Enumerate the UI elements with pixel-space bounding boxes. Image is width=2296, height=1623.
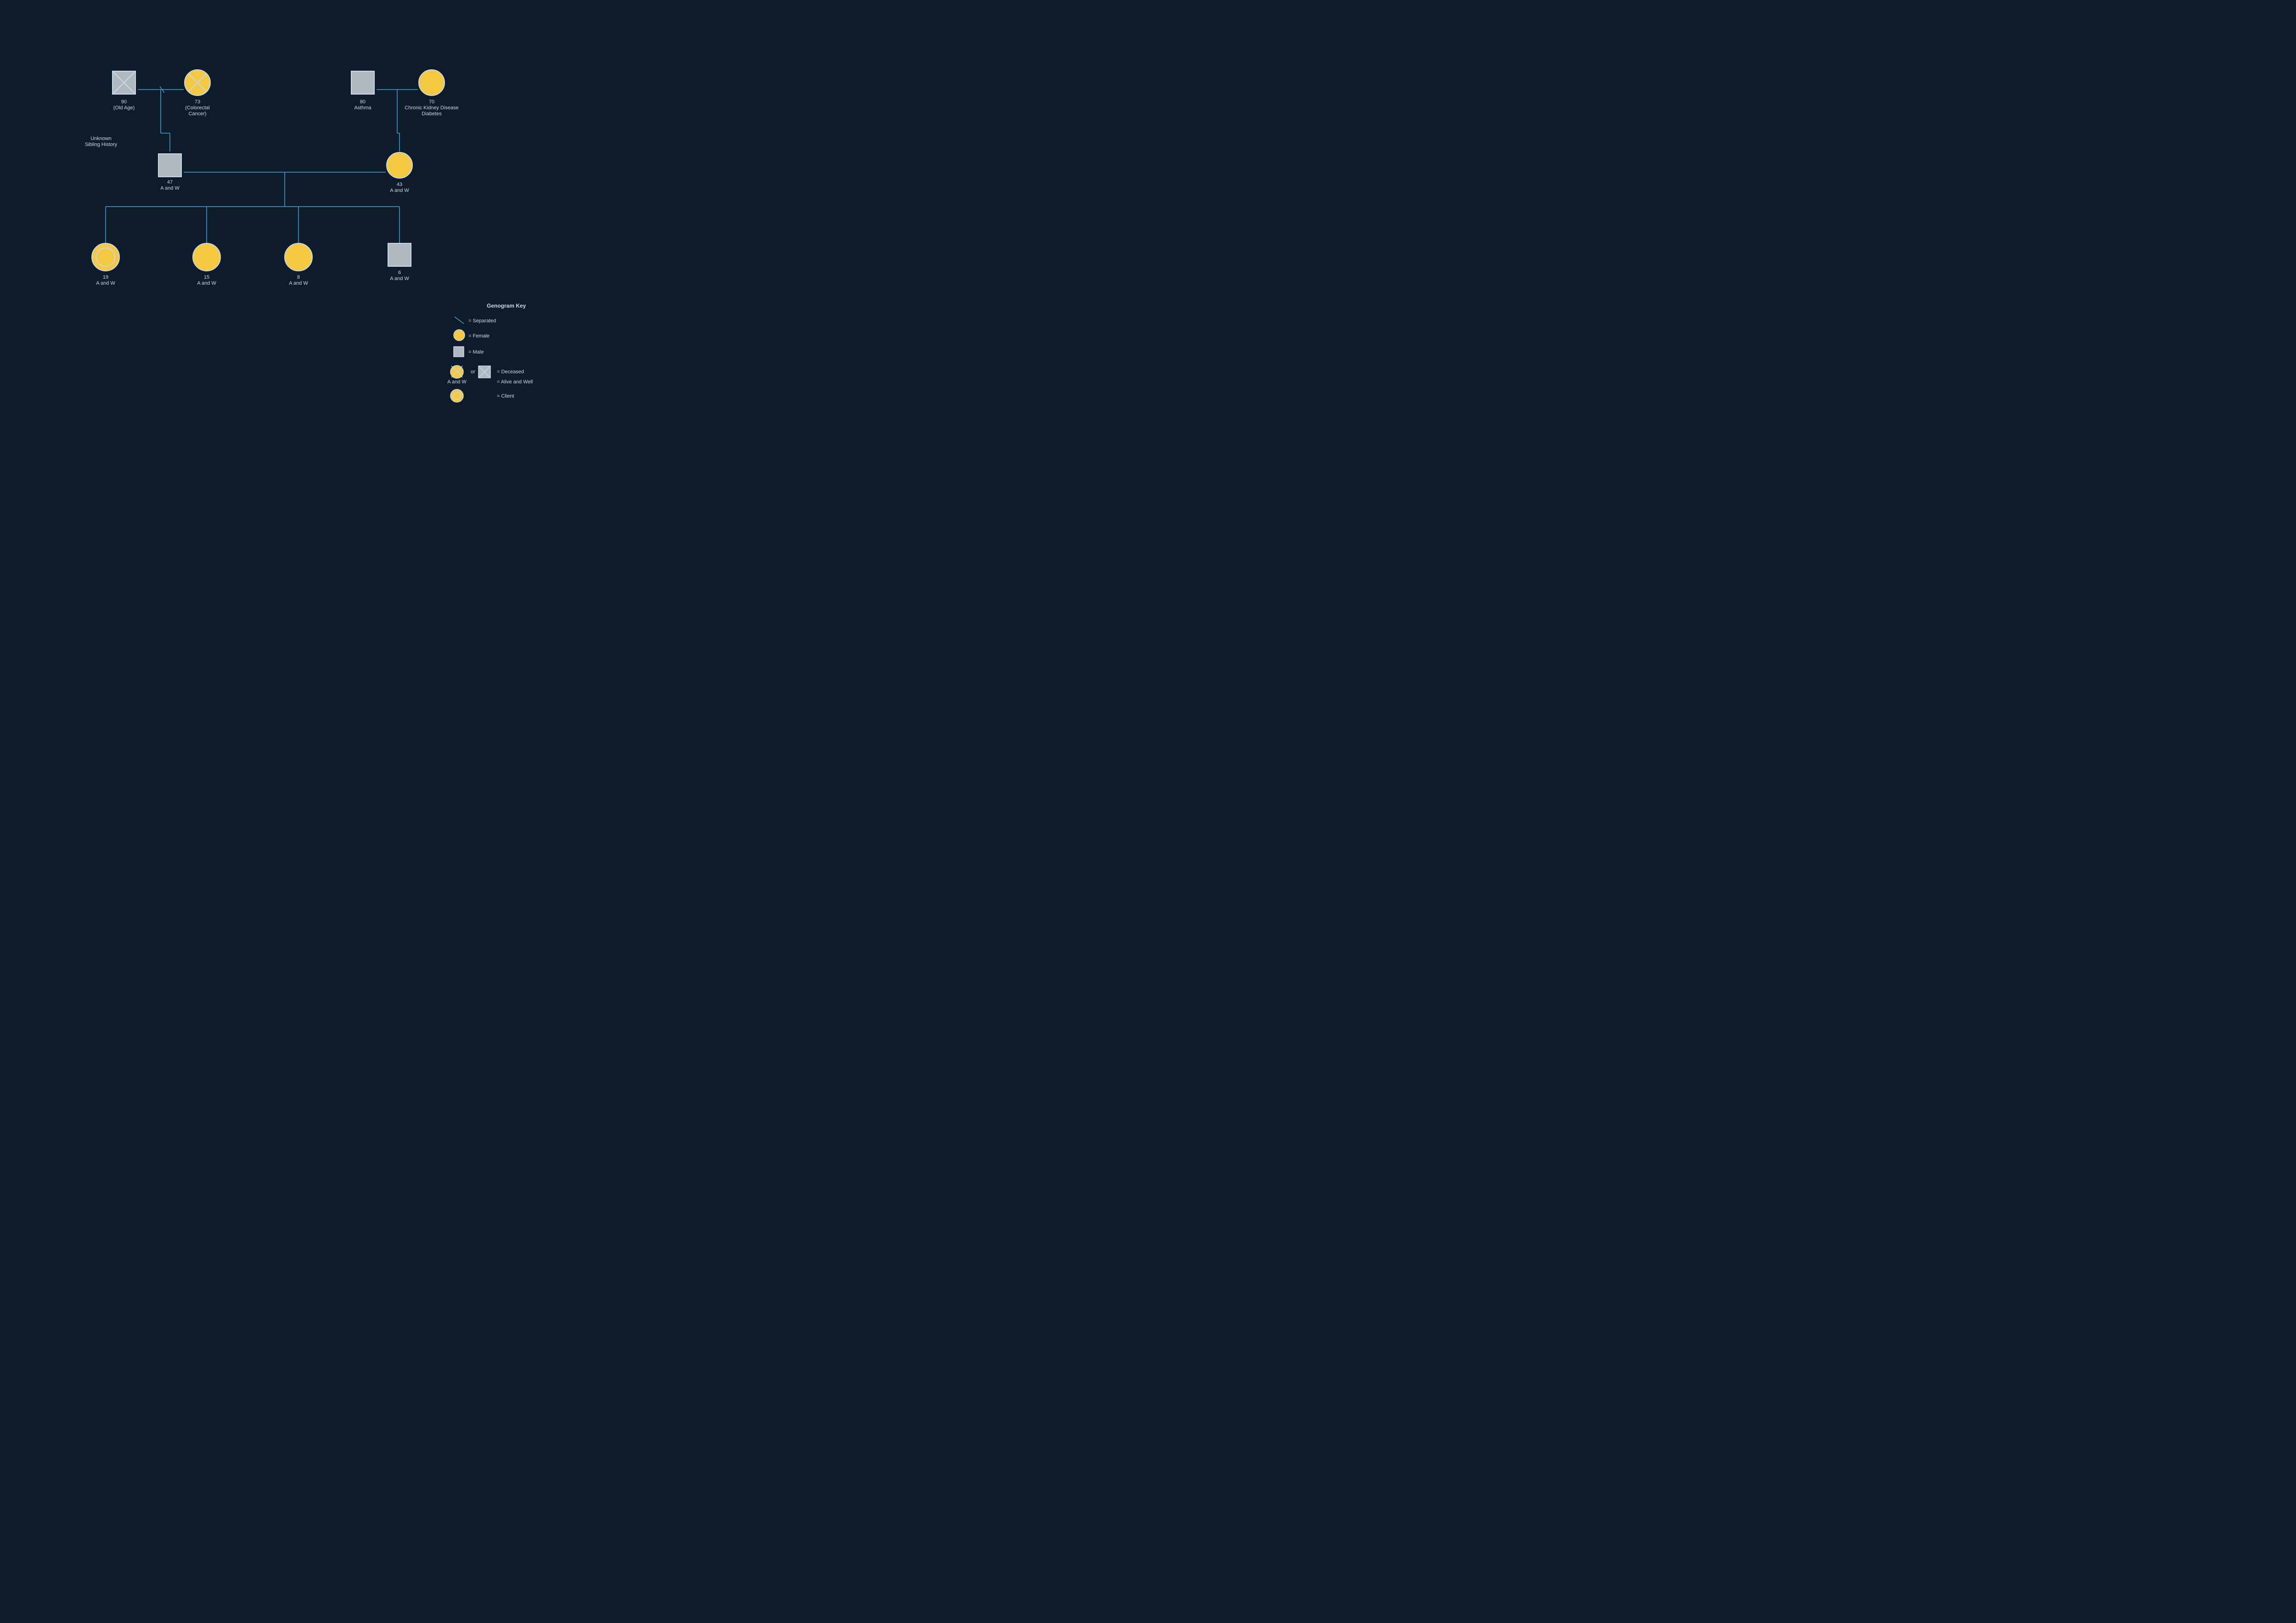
svg-text:19: 19 [103, 275, 108, 280]
svg-text:A and W: A and W [390, 188, 409, 193]
svg-text:47: 47 [167, 180, 173, 185]
child4: 6 A and W [388, 243, 411, 281]
svg-text:Cancer): Cancer) [188, 111, 206, 117]
mother: 43 A and W [387, 152, 412, 193]
svg-text:Asthma: Asthma [354, 105, 371, 111]
svg-text:= Client: = Client [497, 393, 514, 399]
svg-text:A and W: A and W [289, 281, 308, 286]
svg-text:A and W: A and W [390, 276, 409, 281]
child2: 15 A and W [193, 243, 220, 286]
svg-text:A and W: A and W [160, 185, 180, 191]
svg-text:= Alive and Well: = Alive and Well [497, 379, 533, 385]
svg-text:A and W: A and W [197, 281, 216, 286]
svg-text:43: 43 [397, 182, 402, 187]
svg-text:90: 90 [121, 99, 127, 105]
svg-text:6: 6 [398, 270, 401, 275]
paternal-grandfather: 90 (Old Age) [113, 71, 135, 111]
svg-text:(Colorectal: (Colorectal [185, 105, 209, 111]
genogram-key: Genogram Key = Separated = Female = Male… [447, 298, 588, 404]
svg-text:Chronic Kidney Disease: Chronic Kidney Disease [405, 105, 458, 111]
maternal-grandmother: 70 Chronic Kidney Disease Diabetes [405, 70, 458, 117]
svg-text:= Separated: = Separated [468, 318, 496, 324]
svg-text:= Deceased: = Deceased [497, 369, 524, 375]
svg-text:A and W: A and W [96, 281, 115, 286]
svg-text:or: or [471, 369, 475, 375]
child1-client: 19 A and W [92, 243, 119, 286]
svg-text:Diabetes: Diabetes [422, 111, 442, 117]
genogram-diagram: 90 (Old Age) 73 (Colorectal Cancer) Unkn… [0, 0, 597, 413]
svg-text:A and W: A and W [447, 379, 467, 385]
paternal-grandmother: 73 (Colorectal Cancer) [185, 70, 210, 117]
unknown-sibling-label: Unknown [90, 136, 112, 141]
svg-text:70: 70 [429, 99, 434, 105]
svg-text:73: 73 [195, 99, 200, 105]
svg-text:8: 8 [297, 275, 300, 280]
svg-text:= Female: = Female [468, 333, 490, 339]
svg-text:80: 80 [360, 99, 366, 105]
svg-text:15: 15 [204, 275, 209, 280]
father: 47 A and W [158, 154, 181, 191]
svg-text:Genogram Key: Genogram Key [487, 303, 526, 309]
svg-text:Sibling History: Sibling History [85, 142, 118, 147]
maternal-grandfather: 80 Asthma [351, 71, 374, 111]
child3: 8 A and W [285, 243, 312, 286]
svg-text:= Male: = Male [468, 349, 484, 355]
svg-text:(Old Age): (Old Age) [113, 105, 135, 111]
